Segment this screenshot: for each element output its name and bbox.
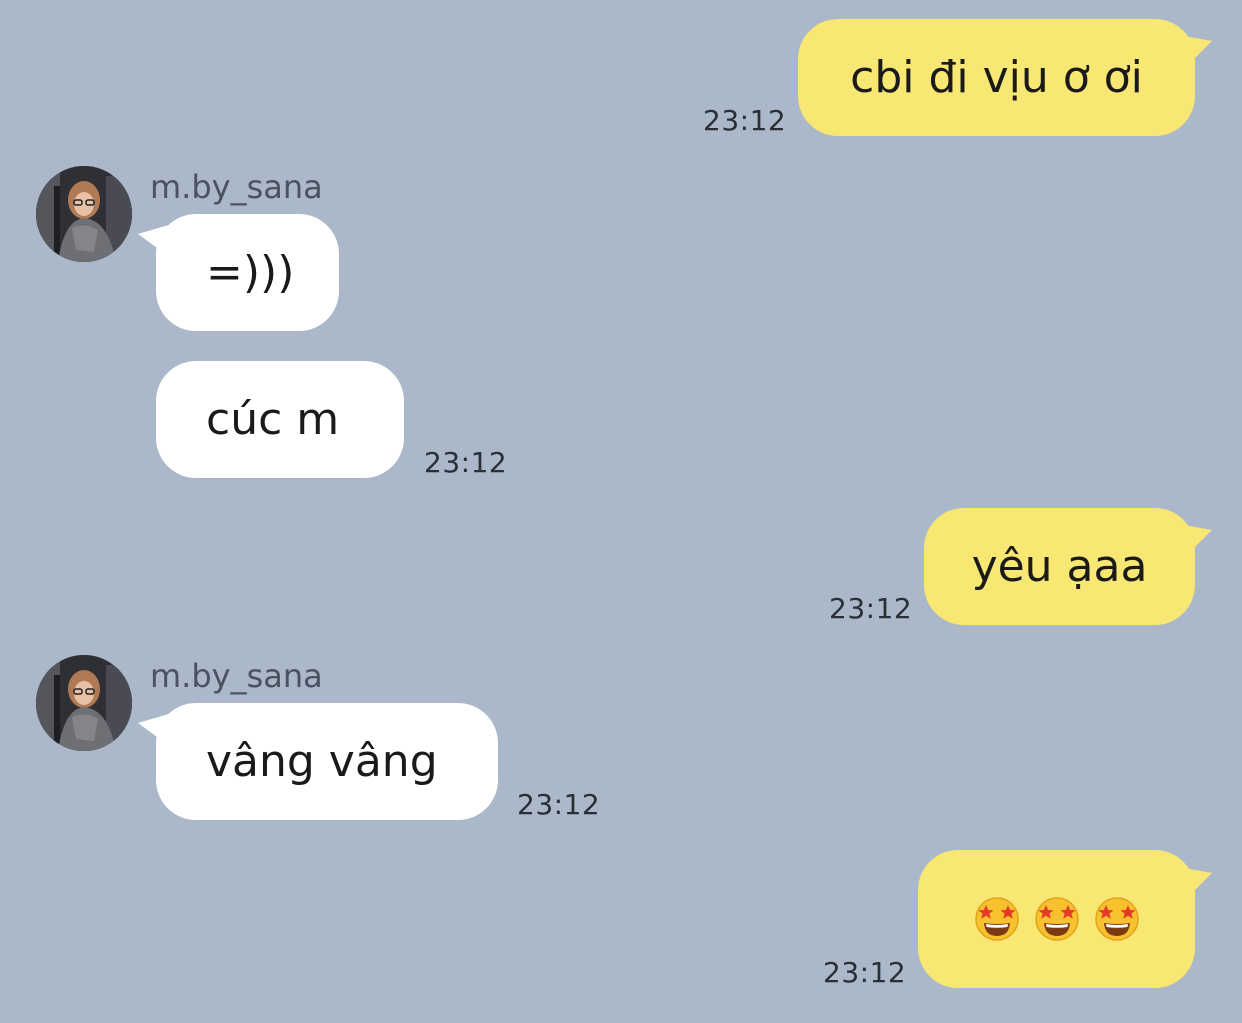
message-timestamp: 23:12 [703, 104, 787, 137]
sender-name: m.by_sana [150, 168, 323, 206]
outgoing-bubble-tail [1178, 867, 1212, 899]
message-text: yêu ạaa [971, 541, 1148, 592]
outgoing-message-bubble[interactable]: yêu ạaa [924, 508, 1195, 625]
avatar[interactable] [36, 655, 132, 751]
message-text: =))) [206, 247, 295, 298]
incoming-message-bubble[interactable]: vâng vâng [156, 703, 498, 820]
star-struck-emoji [974, 897, 1019, 941]
outgoing-bubble-tail [1178, 524, 1212, 556]
star-struck-emoji [1034, 897, 1079, 941]
message-timestamp: 23:12 [823, 956, 907, 989]
sender-name: m.by_sana [150, 657, 323, 695]
profile-photo [36, 166, 132, 262]
incoming-message-bubble[interactable]: =))) [156, 214, 339, 331]
message-text: vâng vâng [206, 736, 438, 787]
message-text: cúc m [206, 394, 340, 445]
incoming-message-bubble[interactable]: cúc m [156, 361, 404, 478]
emoji-row [974, 896, 1140, 942]
outgoing-bubble-tail [1178, 35, 1212, 67]
outgoing-message-bubble[interactable]: cbi đi vịu ơ ơi [798, 19, 1195, 136]
chat-thread: 23:12 cbi đi vịu ơ ơi m.by_sana =))) cúc… [0, 0, 1242, 1023]
message-timestamp: 23:12 [829, 592, 913, 625]
profile-photo [36, 655, 132, 751]
message-text: cbi đi vịu ơ ơi [850, 52, 1143, 103]
message-timestamp: 23:12 [424, 446, 508, 479]
outgoing-emoji-bubble[interactable] [918, 850, 1195, 988]
star-struck-emoji [1094, 897, 1139, 941]
message-timestamp: 23:12 [517, 788, 601, 821]
avatar[interactable] [36, 166, 132, 262]
